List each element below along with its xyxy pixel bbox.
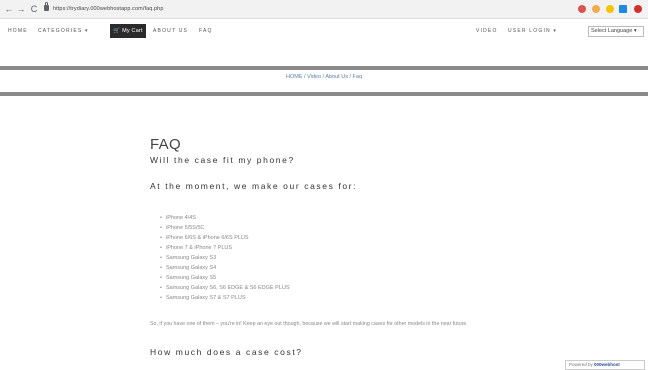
reload-icon[interactable]: C xyxy=(29,3,39,15)
nav-about[interactable]: ABOUT US xyxy=(153,28,188,34)
cart-button[interactable]: 🛒 My Cart xyxy=(110,24,146,38)
translate-select[interactable]: Select Language ▾ xyxy=(588,26,644,37)
nav-faq[interactable]: FAQ xyxy=(199,28,213,34)
profile-icon[interactable] xyxy=(634,5,642,13)
list-item: iPhone 7 & iPhone 7 PLUS xyxy=(160,243,620,253)
answer-intro: At the moment, we make our cases for: xyxy=(150,181,358,191)
lock-icon xyxy=(44,2,49,11)
page-title: FAQ xyxy=(150,136,181,153)
answer-note: So, if you have one of them – you're in!… xyxy=(150,321,468,327)
nav-user-login[interactable]: USER LOGIN ▾ xyxy=(508,28,557,34)
list-item: iPhone 5/5S/5C xyxy=(160,223,620,233)
nav-video[interactable]: VIDEO xyxy=(476,28,498,34)
powered-by-badge[interactable]: Powered by 000webhost xyxy=(565,360,645,370)
nav-categories[interactable]: CATEGORIES ▾ xyxy=(38,28,89,34)
list-item: Samsung Galaxy S3 xyxy=(160,253,620,263)
list-item: iPhone 4/4S xyxy=(160,213,620,223)
breadcrumb-divider xyxy=(0,92,648,96)
list-item: Samsung Galaxy S4 xyxy=(160,263,620,273)
question-cost: How much does a case cost? xyxy=(150,347,303,357)
cart-icon: 🛒 xyxy=(113,28,121,34)
cart-label: My Cart xyxy=(122,28,143,34)
question-fit: Will the case fit my phone? xyxy=(150,155,295,165)
back-arrow-icon[interactable]: ← xyxy=(4,3,14,15)
list-item: iPhone 6/6S & iPhone 6/6S PLUS xyxy=(160,233,620,243)
google-translate-label: Select Language ▾ xyxy=(591,28,637,34)
header-divider xyxy=(0,66,648,70)
browser-toolbar: ← → C https://trydiary.000webhostapp.com… xyxy=(0,0,648,19)
breadcrumb[interactable]: HOME / Video / About Us / Faq xyxy=(0,74,648,80)
extension-icon-1[interactable] xyxy=(578,5,586,13)
nav-home[interactable]: HOME xyxy=(8,28,28,34)
extension-icon-2[interactable] xyxy=(606,5,614,13)
forward-arrow-icon[interactable]: → xyxy=(16,3,26,15)
extension-icon-3[interactable] xyxy=(619,5,627,13)
phone-model-list: iPhone 4/4S iPhone 5/5S/5C iPhone 6/6S &… xyxy=(150,213,620,303)
faq-content: FAQ Will the case fit my phone? At the m… xyxy=(150,136,620,357)
list-item: Samsung Galaxy S6, S6 EDGE & S6 EDGE PLU… xyxy=(160,283,620,293)
site-navbar: HOME CATEGORIES ▾ 🛒 My Cart ABOUT US FAQ… xyxy=(0,19,648,45)
list-item: Samsung Galaxy S7 & S7 PLUS xyxy=(160,293,620,303)
list-item: Samsung Galaxy S5 xyxy=(160,273,620,283)
star-icon[interactable] xyxy=(592,5,600,13)
address-bar[interactable]: https://trydiary.000webhostapp.com/faq.p… xyxy=(53,4,164,14)
